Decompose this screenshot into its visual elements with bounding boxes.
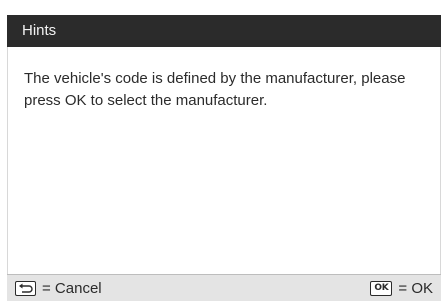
ok-label: = OK xyxy=(398,279,433,297)
dialog-title: Hints xyxy=(22,22,57,39)
hints-dialog: Hints The vehicle's code is defined by t… xyxy=(0,0,446,301)
ok-key-icon: OK xyxy=(370,280,393,296)
cancel-button[interactable]: = Cancel xyxy=(15,275,102,301)
dialog-body: The vehicle's code is defined by the man… xyxy=(7,47,441,274)
cancel-label: = Cancel xyxy=(42,279,102,297)
dialog-footer: = Cancel OK = OK xyxy=(7,274,441,301)
back-arrow-icon xyxy=(15,280,36,296)
ok-button[interactable]: OK = OK xyxy=(370,275,433,301)
dialog-title-bar: Hints xyxy=(7,15,441,47)
hint-message: The vehicle's code is defined by the man… xyxy=(24,70,406,109)
